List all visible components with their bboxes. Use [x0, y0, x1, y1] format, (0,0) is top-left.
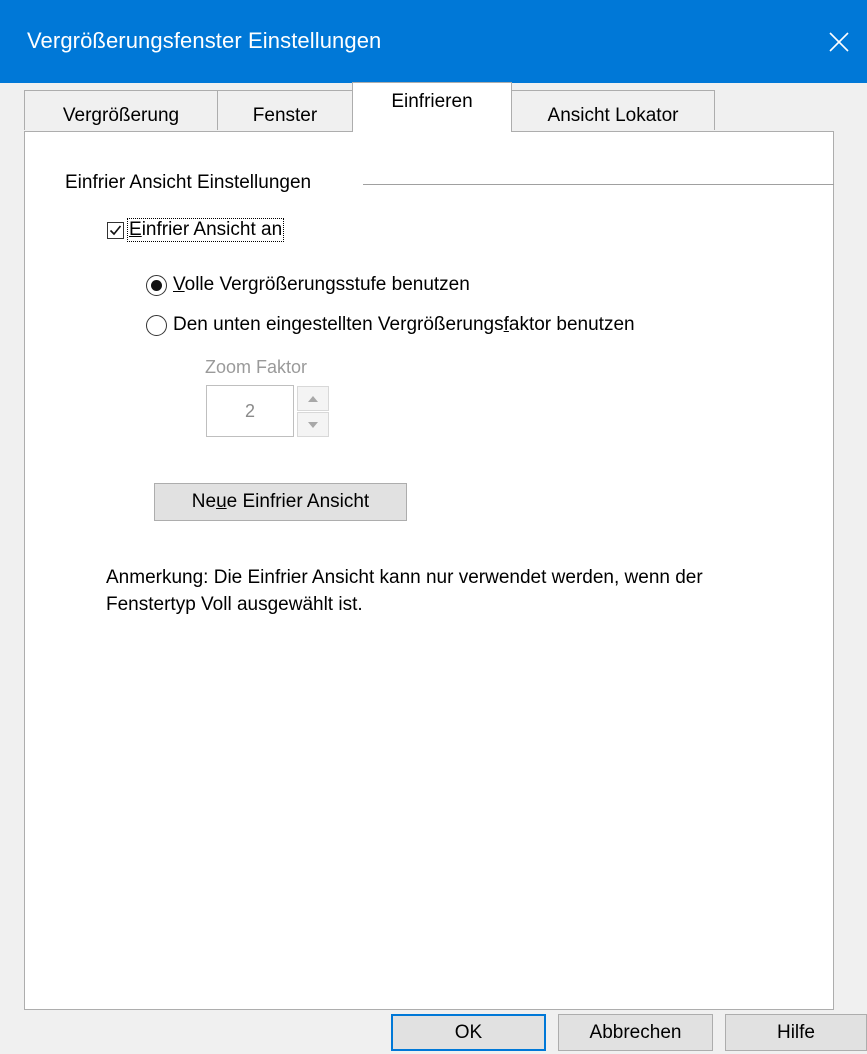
zoom-factor-input[interactable]: 2 [206, 385, 294, 437]
title-bar[interactable]: Vergrößerungsfenster Einstellungen [0, 0, 867, 83]
tab-ansicht-lokator[interactable]: Ansicht Lokator [511, 90, 715, 130]
checkbox-label: Einfrier Ansicht an [126, 218, 285, 242]
close-icon [829, 31, 849, 52]
help-button[interactable]: Hilfe [725, 1014, 867, 1051]
label-text: aktor benutzen [508, 314, 635, 335]
button-label: Hilfe [776, 1021, 815, 1043]
note-line-1: Anmerkung: Die Einfrier Ansicht kann nur… [106, 567, 703, 588]
group-divider [363, 184, 834, 185]
tab-panel-einfrieren: Einfrier Ansicht Einstellungen Einfrier … [24, 131, 834, 1010]
mnemonic-letter: u [216, 491, 227, 512]
settings-dialog: Vergrößerungsfenster Einstellungen Vergr… [0, 0, 867, 1054]
label-text: Ne [191, 491, 217, 512]
label-text: Den unten eingestellten Vergrößerungs [173, 314, 504, 335]
checkmark-icon [109, 224, 122, 235]
radio-full-magnification[interactable]: Volle Vergrößerungsstufe benutzen [146, 274, 470, 296]
new-freeze-view-button[interactable]: Neue Einfrier Ansicht [154, 483, 407, 521]
freeze-view-checkbox[interactable]: Einfrier Ansicht an [107, 218, 285, 242]
radio-label: Den unten eingestellten Vergrößerungsfak… [173, 314, 635, 336]
radio-label: Volle Vergrößerungsstufe benutzen [173, 274, 470, 296]
radio-button[interactable] [146, 314, 167, 336]
radio-custom-factor[interactable]: Den unten eingestellten Vergrößerungsfak… [146, 314, 635, 336]
button-label: Neue Einfrier Ansicht [192, 491, 369, 513]
radio-button-checked[interactable] [146, 274, 167, 296]
group-label: Einfrier Ansicht Einstellungen [65, 172, 312, 193]
checkbox-box[interactable] [107, 221, 124, 239]
note-text: Anmerkung: Die Einfrier Ansicht kann nur… [106, 564, 806, 618]
zoom-factor-label: Zoom Faktor [205, 357, 308, 377]
tab-label: Vergrößerung [62, 104, 180, 126]
button-label: OK [454, 1021, 483, 1043]
label-text: olle Vergrößerungsstufe benutzen [184, 274, 470, 295]
ok-button[interactable]: OK [391, 1014, 546, 1051]
mnemonic-letter: V [173, 274, 185, 295]
spin-down-button[interactable] [297, 412, 329, 437]
tab-vergroesserung[interactable]: Vergrößerung [24, 90, 218, 130]
arrow-up-icon [308, 395, 318, 402]
tab-fenster[interactable]: Fenster [217, 90, 353, 130]
label-text: e Einfrier Ansicht [226, 491, 370, 512]
mnemonic-letter: E [129, 219, 142, 240]
close-button[interactable] [811, 0, 867, 83]
tab-label: Einfrieren [391, 91, 473, 112]
spin-up-button[interactable] [297, 386, 329, 411]
cancel-button[interactable]: Abbrechen [558, 1014, 713, 1051]
button-label: Abbrechen [589, 1021, 682, 1043]
tab-einfrieren[interactable]: Einfrieren [352, 82, 512, 132]
arrow-down-icon [308, 421, 318, 428]
window-title: Vergrößerungsfenster Einstellungen [27, 28, 382, 53]
tab-label: Ansicht Lokator [547, 104, 679, 126]
label-text: infrier Ansicht an [141, 219, 283, 240]
zoom-value: 2 [244, 400, 255, 421]
tab-label: Fenster [252, 104, 318, 126]
note-line-2: Fenstertyp Voll ausgewählt ist. [106, 594, 363, 615]
